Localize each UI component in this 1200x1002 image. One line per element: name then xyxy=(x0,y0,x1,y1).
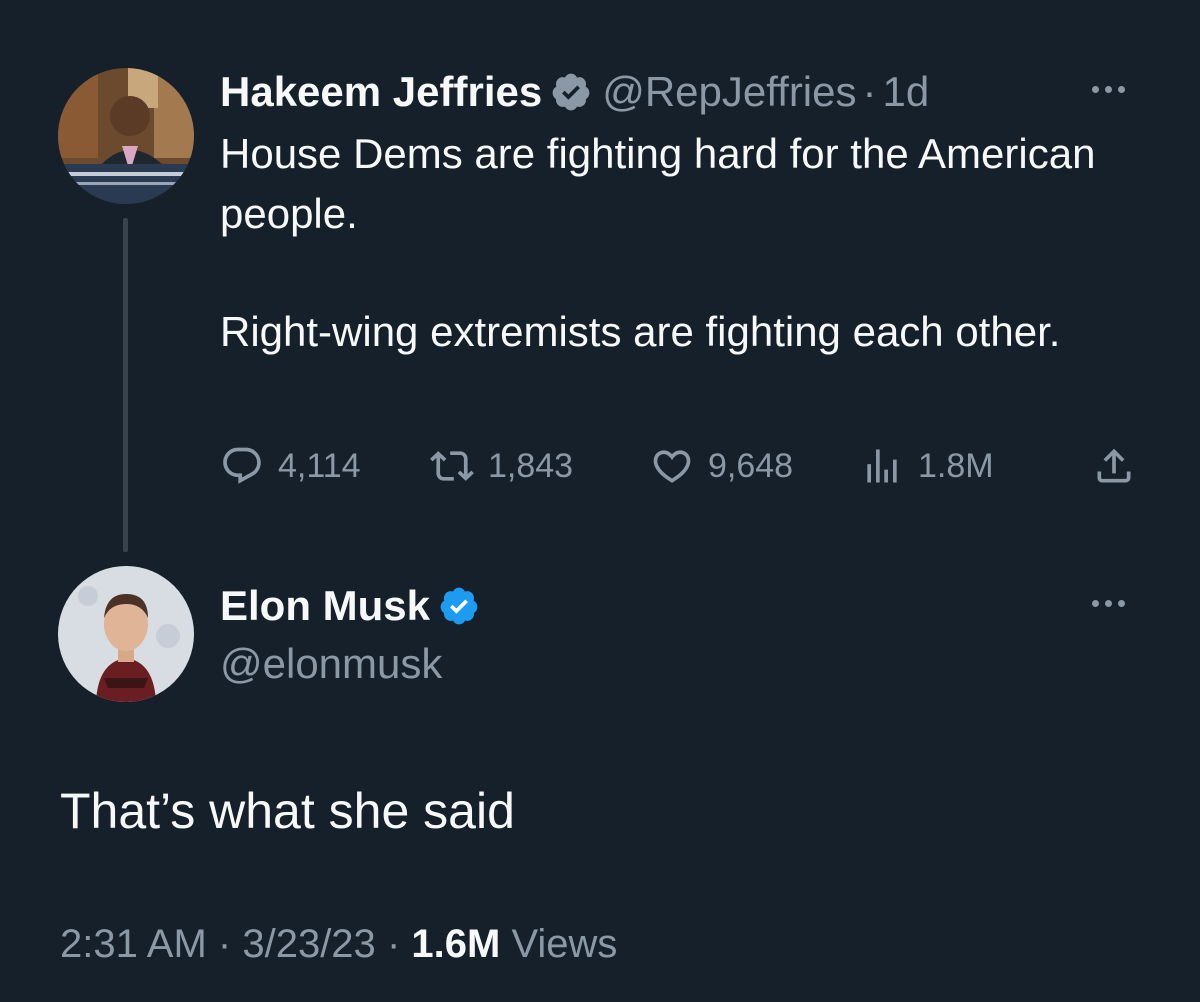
views-button[interactable]: 1.8M xyxy=(860,438,994,494)
tweet-paragraph: Right-wing extremists are fighting each … xyxy=(220,308,1061,355)
retweet-count: 1,843 xyxy=(488,446,574,485)
tweet-metadata: 2:31 AM · 3/23/23 · 1.6M Views xyxy=(60,922,617,967)
author-handle[interactable]: @elonmusk xyxy=(220,640,442,688)
avatar-image xyxy=(58,68,194,204)
retweet-button[interactable]: 1,843 xyxy=(430,438,573,494)
views-total: 1.6M xyxy=(411,922,501,966)
tweet-action-bar: 4,114 1,843 9,648 1.8M xyxy=(220,438,1150,494)
verified-badge-icon xyxy=(550,71,592,113)
tweet-paragraph: House Dems are fighting hard for the Ame… xyxy=(220,130,1096,237)
retweet-icon xyxy=(430,451,474,481)
tweet-age[interactable]: 1d xyxy=(883,68,930,116)
separator-dot: · xyxy=(386,922,401,966)
more-options-icon[interactable] xyxy=(1092,600,1125,607)
reply-button[interactable]: 4,114 xyxy=(220,438,361,494)
thread-connector-line xyxy=(123,218,128,552)
author-name[interactable]: Hakeem Jeffries xyxy=(220,68,542,116)
more-options-icon[interactable] xyxy=(1092,86,1125,93)
like-button[interactable]: 9,648 xyxy=(650,438,793,494)
views-count: 1.8M xyxy=(918,446,994,485)
share-button[interactable] xyxy=(1092,438,1136,494)
reply-tweet-text: That’s what she said xyxy=(60,783,515,839)
views-label: Views xyxy=(511,922,618,966)
like-count: 9,648 xyxy=(708,446,794,485)
original-tweet-header: Hakeem Jeffries @RepJeffries · 1d xyxy=(220,62,929,122)
avatar-elon-musk[interactable] xyxy=(58,566,194,702)
reply-icon xyxy=(223,447,261,484)
avatar-hakeem-jeffries[interactable] xyxy=(58,68,194,204)
views-chart-icon xyxy=(867,449,897,483)
reply-tweet-header: Elon Musk xyxy=(220,576,490,636)
separator-dot: · xyxy=(217,922,232,966)
separator-dot: · xyxy=(862,68,877,115)
reply-count: 4,114 xyxy=(278,446,361,485)
original-tweet-text: House Dems are fighting hard for the Ame… xyxy=(220,124,1120,362)
avatar-image xyxy=(58,566,194,702)
author-handle[interactable]: @RepJeffries xyxy=(602,68,856,116)
verified-badge-icon xyxy=(438,585,480,627)
author-name[interactable]: Elon Musk xyxy=(220,582,430,630)
share-icon xyxy=(1097,448,1131,483)
tweet-time[interactable]: 2:31 AM xyxy=(60,922,207,966)
tweet-date[interactable]: 3/23/23 xyxy=(242,922,375,966)
heart-icon xyxy=(653,450,691,483)
